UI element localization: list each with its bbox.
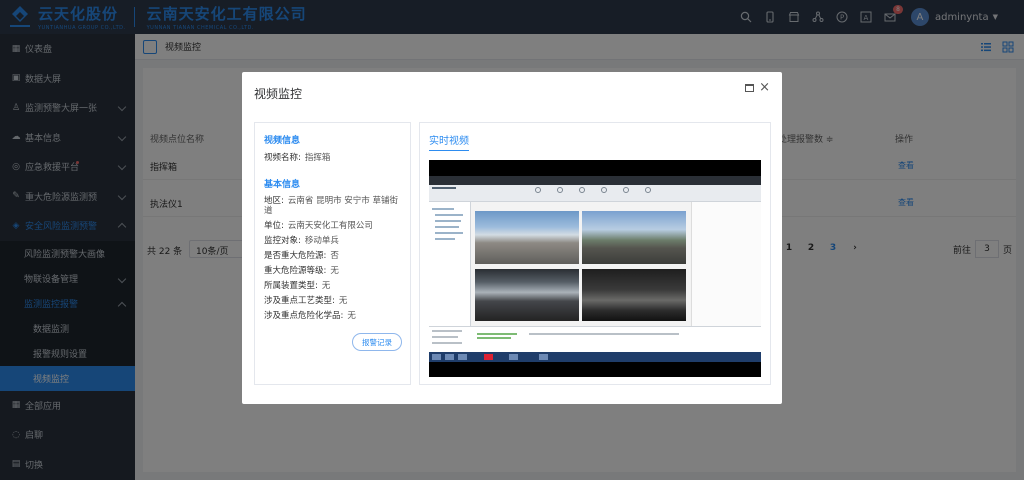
live-video-panel: 实时视频 bbox=[419, 122, 771, 385]
close-icon[interactable]: × bbox=[759, 80, 770, 95]
field-value: 无 bbox=[347, 311, 356, 321]
field-is-major-hazard: 是否重大危险源: 否 bbox=[264, 251, 406, 261]
task-item bbox=[458, 354, 467, 360]
field-label: 涉及重点工艺类型: bbox=[264, 296, 335, 306]
basic-info-title: 基本信息 bbox=[264, 180, 301, 190]
field-unit: 单位: 云南天安化工有限公司 bbox=[264, 221, 406, 231]
stream-tool-icon bbox=[557, 187, 563, 193]
stream-tool-icon bbox=[645, 187, 651, 193]
live-video-title: 实时视频 bbox=[429, 132, 469, 151]
camera-feed bbox=[475, 211, 579, 264]
log-line bbox=[529, 333, 679, 335]
field-value: 无 bbox=[321, 281, 331, 291]
video-monitor-dialog: 视频监控 × 视频信息 视频名称: 指挥箱 基本信息 地区: 云南省 昆明市 安宁市… bbox=[242, 72, 782, 404]
field-label: 监控对象: bbox=[264, 236, 301, 246]
field-value: 移动单兵 bbox=[304, 236, 339, 246]
field-label: 重大危险源等级: bbox=[264, 266, 327, 276]
tree-node bbox=[435, 238, 455, 240]
video-stream-image bbox=[429, 176, 761, 362]
field-label: 所属装置类型: bbox=[264, 281, 318, 291]
info-panel: 视频信息 视频名称: 指挥箱 基本信息 地区: 云南省 昆明市 安宁市 草铺街道 单… bbox=[254, 122, 411, 385]
stream-tool-icon bbox=[601, 187, 607, 193]
tree-node bbox=[432, 208, 454, 210]
task-item bbox=[432, 354, 441, 360]
field-value: 无 bbox=[338, 296, 348, 306]
field-label: 地区: bbox=[264, 196, 284, 206]
task-item bbox=[445, 354, 454, 360]
task-item bbox=[509, 354, 518, 360]
field-value: 否 bbox=[330, 251, 339, 261]
field-label: 涉及重点危险化学品: bbox=[264, 311, 344, 321]
field-value: 云南天安化工有限公司 bbox=[287, 221, 373, 231]
video-player[interactable] bbox=[429, 160, 761, 377]
field-monitor-object: 监控对象: 移动单兵 bbox=[264, 236, 406, 246]
stream-side-panel bbox=[691, 202, 761, 326]
field-label: 视频名称: bbox=[264, 153, 301, 163]
stream-toolbar bbox=[429, 185, 761, 202]
field-value: 云南省 昆明市 安宁市 草铺街道 bbox=[264, 196, 398, 216]
task-item bbox=[484, 354, 493, 360]
maximize-icon[interactable] bbox=[745, 84, 754, 92]
tree-node bbox=[435, 214, 463, 216]
tree-node bbox=[435, 220, 461, 222]
field-value: 指挥箱 bbox=[304, 153, 331, 163]
dialog-title: 视频监控 bbox=[254, 87, 303, 101]
field-hazardous-chemicals: 涉及重点危险化学品: 无 bbox=[264, 311, 406, 321]
alarm-records-button[interactable]: 报警记录 bbox=[352, 333, 402, 351]
stream-taskbar bbox=[429, 352, 761, 362]
stream-tool-icon bbox=[623, 187, 629, 193]
task-item bbox=[539, 354, 548, 360]
field-label: 单位: bbox=[264, 221, 284, 231]
stream-title-bar bbox=[432, 187, 456, 189]
field-hazard-level: 重大危险源等级: 无 bbox=[264, 266, 406, 276]
camera-feed bbox=[582, 211, 686, 264]
stream-tool-icon bbox=[535, 187, 541, 193]
tree-node bbox=[435, 226, 459, 228]
stream-menubar bbox=[429, 176, 761, 185]
log-line bbox=[432, 330, 462, 332]
field-device-type: 所属装置类型: 无 bbox=[264, 281, 406, 291]
camera-feed bbox=[582, 269, 686, 321]
stream-tool-icon bbox=[579, 187, 585, 193]
field-process-type: 涉及重点工艺类型: 无 bbox=[264, 296, 406, 306]
log-line bbox=[477, 337, 511, 339]
video-info-title: 视频信息 bbox=[264, 136, 301, 146]
field-value: 无 bbox=[330, 266, 339, 276]
video-name-row: 视频名称: 指挥箱 bbox=[264, 153, 406, 163]
tree-node bbox=[435, 232, 463, 234]
log-line bbox=[432, 336, 458, 338]
log-line bbox=[432, 342, 462, 344]
field-label: 是否重大危险源: bbox=[264, 251, 327, 261]
field-region: 地区: 云南省 昆明市 安宁市 草铺街道 bbox=[264, 196, 406, 216]
log-line bbox=[477, 333, 517, 335]
camera-feed bbox=[475, 269, 579, 321]
